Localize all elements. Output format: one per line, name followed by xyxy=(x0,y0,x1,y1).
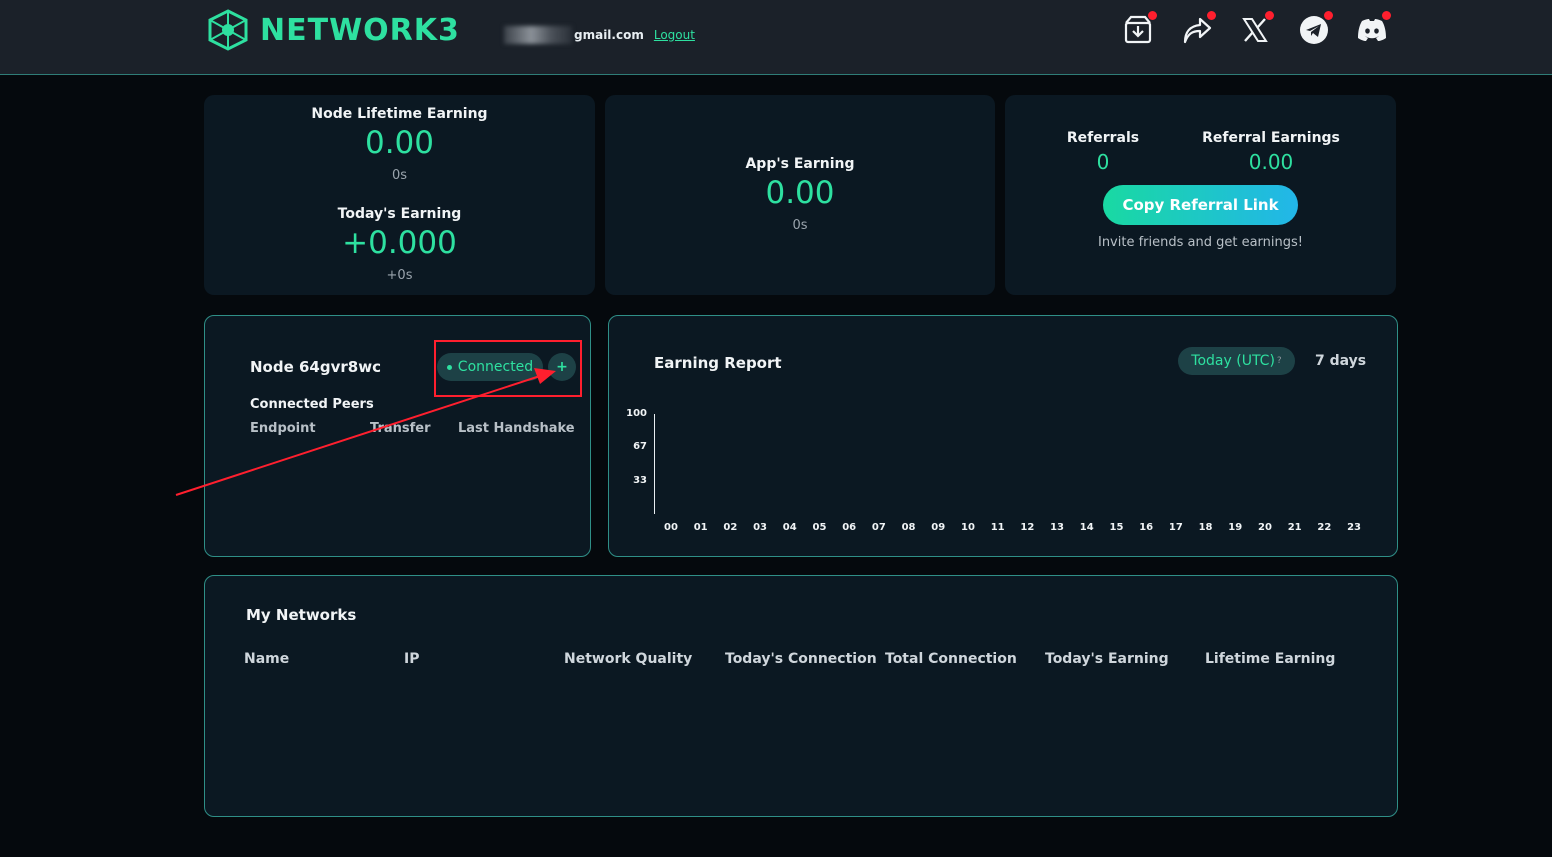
annotation-arrow xyxy=(175,368,556,496)
